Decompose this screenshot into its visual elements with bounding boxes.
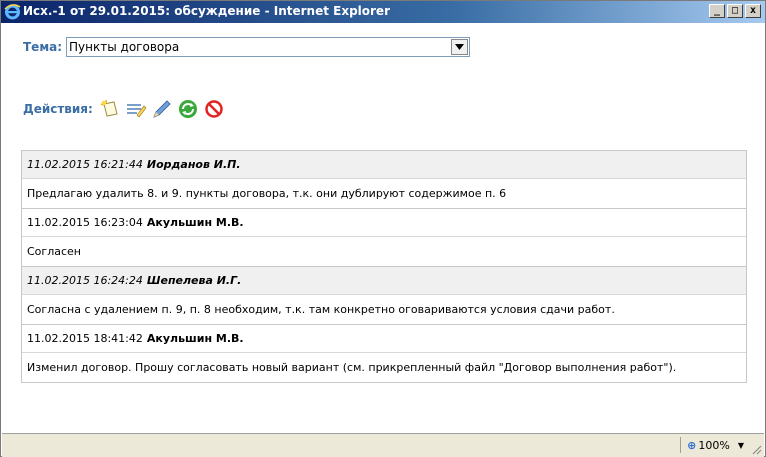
message-header: 11.02.2015 18:41:42 Акульшин М.В. [22,325,746,353]
message-text: Согласна с удалением п. 9, п. 8 необходи… [22,295,746,324]
discussion-list: 11.02.2015 16:21:44 Иорданов И.П. Предла… [21,150,747,383]
edit-text-icon[interactable] [125,98,147,120]
refresh-icon[interactable] [177,98,199,120]
message-author: Акульшин М.В. [146,216,244,229]
actions-row: Действия: [23,98,225,120]
actions-label: Действия: [23,102,93,116]
topic-label: Тема: [23,40,63,54]
message-author: Шепелева И.Г. [146,274,242,287]
message-text: Согласен [22,237,746,266]
message-timestamp: 11.02.2015 16:24:24 [27,274,143,287]
window-controls: _ □ x [709,4,761,18]
actions-toolbar [99,98,225,120]
message-header: 11.02.2015 16:21:44 Иорданов И.П. [22,151,746,179]
topic-row: Тема: Пункты договора [23,37,471,57]
browser-window: Исх.-1 от 29.01.2015: обсуждение - Inter… [0,0,766,457]
window-title: Исх.-1 от 29.01.2015: обсуждение - Inter… [23,4,390,18]
zoom-icon: ⊕ [687,438,697,452]
message-author: Акульшин М.В. [146,332,244,345]
topic-select[interactable]: Пункты договора [66,37,471,57]
pencil-icon[interactable] [151,98,173,120]
message-item: 11.02.2015 16:23:04 Акульшин М.В. Соглас… [22,208,746,266]
chevron-down-icon[interactable] [451,39,469,55]
close-button[interactable]: x [745,4,761,18]
message-text: Предлагаю удалить 8. и 9. пункты договор… [22,179,746,208]
zoom-level: 100% [698,438,730,452]
message-author: Иорданов И.П. [146,158,241,171]
minimize-button[interactable]: _ [709,4,725,18]
maximize-button[interactable]: □ [727,4,743,18]
message-timestamp: 11.02.2015 16:21:44 [27,158,143,171]
resize-grip-icon[interactable] [752,445,762,455]
title-bar[interactable]: Исх.-1 от 29.01.2015: обсуждение - Inter… [1,1,765,23]
topic-select-value: Пункты договора [69,40,180,54]
zoom-control[interactable]: ⊕ 100% ▼ [680,437,744,453]
message-item: 11.02.2015 16:24:24 Шепелева И.Г. Соглас… [22,266,746,324]
message-header: 11.02.2015 16:23:04 Акульшин М.В. [22,209,746,237]
message-timestamp: 11.02.2015 16:23:04 [27,216,143,229]
message-item: 11.02.2015 16:21:44 Иорданов И.П. Предла… [22,151,746,208]
message-header: 11.02.2015 16:24:24 Шепелева И.Г. [22,267,746,295]
status-bar: ⊕ 100% ▼ [2,433,764,457]
internet-explorer-icon [4,4,21,20]
cancel-icon[interactable] [203,98,225,120]
message-item: 11.02.2015 18:41:42 Акульшин М.В. Измени… [22,324,746,382]
message-text: Изменил договор. Прошу согласовать новый… [22,353,746,382]
chevron-down-icon[interactable]: ▼ [738,441,744,450]
message-timestamp: 11.02.2015 18:41:42 [27,332,143,345]
new-message-icon[interactable] [99,98,121,120]
